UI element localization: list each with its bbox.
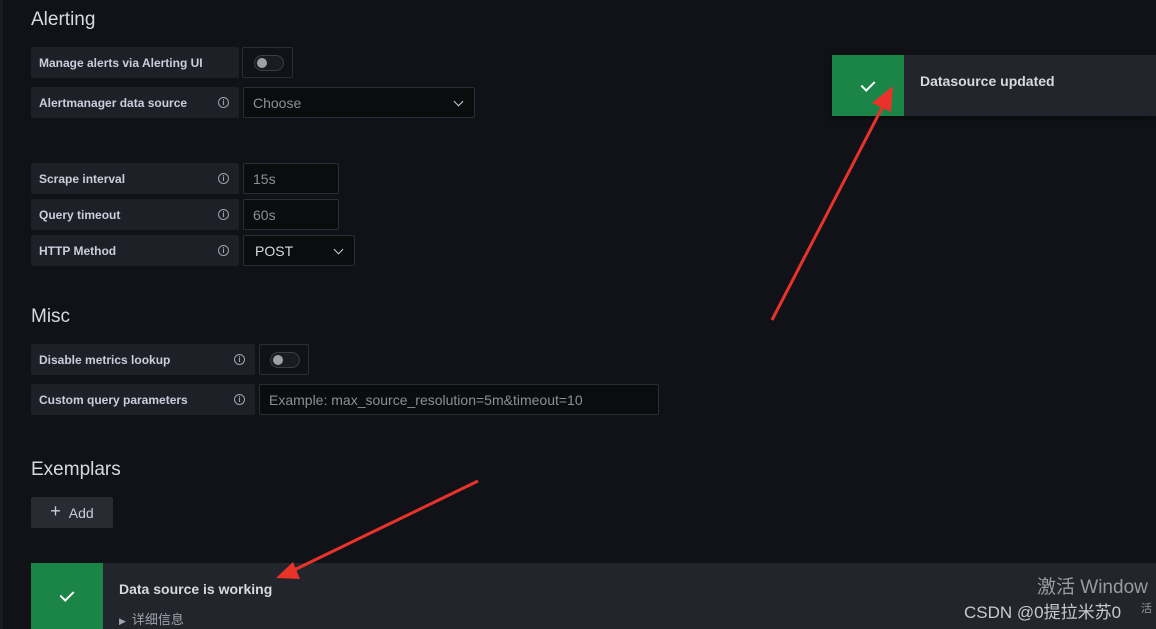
windows-activation-sub: 活 [1141, 603, 1152, 615]
status-annotation-arrow-head [276, 562, 300, 579]
status-annotation-arrow-line [289, 479, 479, 574]
csdn-watermark: CSDN @0提拉米苏0 [964, 603, 1122, 622]
toast-annotation-arrow-line [770, 103, 886, 321]
windows-activation-watermark: 激活 Window [1037, 577, 1148, 598]
annotation-arrows [276, 86, 893, 579]
